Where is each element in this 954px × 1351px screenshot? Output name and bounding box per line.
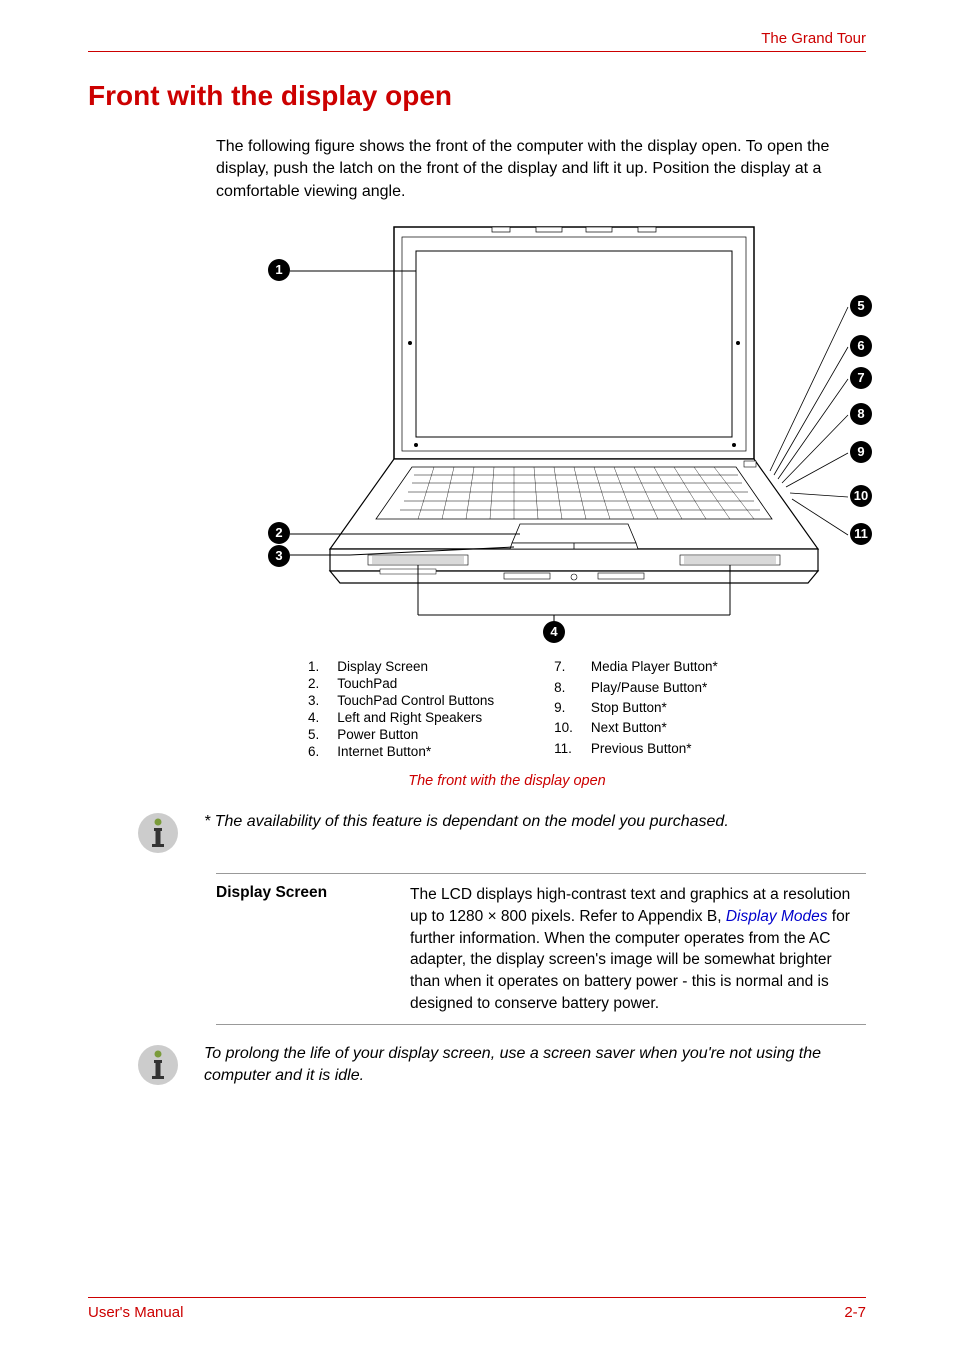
legend-text: TouchPad Control Buttons <box>337 693 494 710</box>
legend-num: 11. <box>554 741 591 761</box>
footer-left: User's Manual <box>88 1304 183 1321</box>
callout-3: 3 <box>268 545 290 567</box>
legend-text: Left and Right Speakers <box>337 710 494 727</box>
legend-num: 3. <box>308 693 337 710</box>
legend-text: Play/Pause Button* <box>591 680 718 700</box>
definition-description: The LCD displays high-contrast text and … <box>410 884 866 1014</box>
legend-text: Display Screen <box>337 659 494 676</box>
callout-4: 4 <box>543 621 565 643</box>
legend-text: Previous Button* <box>591 741 718 761</box>
legend-text: Internet Button* <box>337 744 494 761</box>
figure-legend: 1.Display Screen 2.TouchPad 3.TouchPad C… <box>308 659 866 761</box>
legend-num: 10. <box>554 720 591 740</box>
callout-6: 6 <box>850 335 872 357</box>
laptop-illustration <box>234 219 874 649</box>
callout-9: 9 <box>850 441 872 463</box>
callout-2: 2 <box>268 522 290 544</box>
legend-num: 6. <box>308 744 337 761</box>
note-screensaver: To prolong the life of your display scre… <box>136 1043 866 1087</box>
page-footer: User's Manual 2-7 <box>88 1297 866 1321</box>
callout-7: 7 <box>850 367 872 389</box>
link-display-modes[interactable]: Display Modes <box>726 908 828 925</box>
legend-text: Power Button <box>337 727 494 744</box>
legend-text: Stop Button* <box>591 700 718 720</box>
legend-text: Next Button* <box>591 720 718 740</box>
laptop-figure: 1 2 3 4 5 6 7 8 9 10 11 <box>234 219 866 649</box>
legend-text: TouchPad <box>337 676 494 693</box>
note-availability: * The availability of this feature is de… <box>136 811 866 855</box>
definition-display-screen: Display Screen The LCD displays high-con… <box>216 873 866 1025</box>
footer-right: 2-7 <box>844 1304 866 1321</box>
info-icon <box>136 1043 180 1087</box>
legend-num: 2. <box>308 676 337 693</box>
callout-10: 10 <box>850 485 872 507</box>
legend-num: 5. <box>308 727 337 744</box>
callout-8: 8 <box>850 403 872 425</box>
callout-11: 11 <box>850 523 872 545</box>
legend-text: Media Player Button* <box>591 659 718 679</box>
legend-num: 4. <box>308 710 337 727</box>
legend-num: 7. <box>554 659 591 679</box>
header-rule <box>88 51 866 52</box>
note-text: * The availability of this feature is de… <box>204 811 866 833</box>
figure-caption: The front with the display open <box>148 773 866 789</box>
callout-1: 1 <box>268 259 290 281</box>
callout-5: 5 <box>850 295 872 317</box>
legend-num: 9. <box>554 700 591 720</box>
header-section-title: The Grand Tour <box>88 30 866 47</box>
info-icon <box>136 811 180 855</box>
page-heading: Front with the display open <box>88 80 866 112</box>
legend-num: 1. <box>308 659 337 676</box>
legend-num: 8. <box>554 680 591 700</box>
definition-term: Display Screen <box>216 884 410 1014</box>
note-text: To prolong the life of your display scre… <box>204 1043 866 1086</box>
intro-paragraph: The following figure shows the front of … <box>216 136 866 203</box>
